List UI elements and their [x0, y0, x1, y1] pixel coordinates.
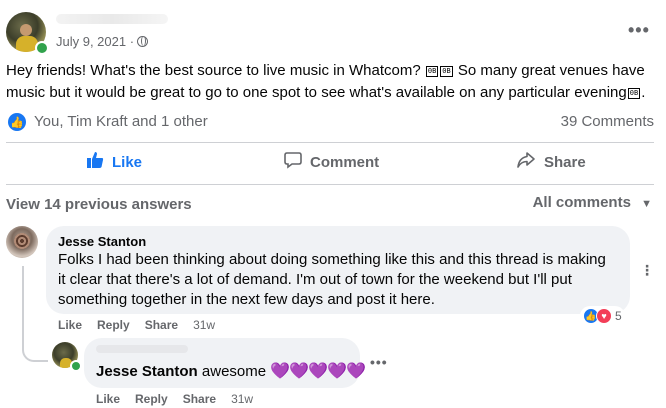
reply-mention[interactable]: Jesse Stanton [96, 363, 198, 380]
comment-text-line: Folks I had been thinking about doing so… [58, 251, 606, 268]
like-button[interactable]: Like [86, 143, 142, 181]
post-body: Hey friends! What's the best source to l… [6, 60, 658, 104]
comments-count[interactable]: 39 Comments [561, 113, 654, 130]
caret-down-icon: ▼ [641, 198, 652, 210]
online-status-dot [35, 41, 49, 55]
post-more-options-icon[interactable]: ••• [628, 20, 650, 41]
post-date-text: July 9, 2021 · [56, 34, 135, 49]
redacted-mention [96, 345, 188, 353]
comment-sort-dropdown[interactable]: All comments ▼ [533, 194, 652, 211]
globe-icon [137, 36, 149, 47]
comment-author[interactable]: Jesse Stanton [58, 234, 146, 249]
reply-more-options-icon[interactable]: ••• [370, 354, 388, 370]
thumbs-up-icon [86, 151, 104, 173]
post-author-name-redacted[interactable] [56, 14, 168, 24]
like-label: Like [112, 153, 143, 171]
comment-actions: Like Reply Share 31w [58, 318, 215, 332]
share-button[interactable]: Share [516, 143, 586, 181]
divider [6, 184, 654, 185]
emoji-placeholder-icon: 0B [440, 66, 453, 77]
commenter-avatar[interactable] [6, 226, 38, 258]
reply-like-link[interactable]: Like [96, 392, 120, 406]
comment-more-options-icon[interactable]: ⋮ [640, 262, 655, 279]
comment-bubble-icon [284, 151, 302, 173]
reply-actions: Like Reply Share 31w [96, 392, 253, 406]
comment-like-link[interactable]: Like [58, 318, 82, 332]
share-arrow-icon [516, 151, 536, 173]
reply-reply-link[interactable]: Reply [135, 392, 168, 406]
comment-share-link[interactable]: Share [145, 318, 178, 332]
love-reaction-icon: ♥ [596, 308, 612, 324]
post-text-part3: . [641, 84, 646, 101]
comment-reaction-pill[interactable]: 👍 ♥ 5 [580, 306, 625, 326]
like-reaction-icon[interactable]: 👍 [8, 113, 26, 131]
post-timestamp[interactable]: July 9, 2021 · [56, 34, 149, 49]
post-text-part1: Hey friends! What's the best source to l… [6, 62, 425, 79]
comment-sort-label: All comments [532, 194, 631, 211]
comment-time[interactable]: 31w [193, 318, 215, 332]
share-label: Share [544, 153, 586, 171]
reply-time[interactable]: 31w [231, 392, 253, 406]
reply-text: Jesse Stanton awesome 💜💜💜💜💜 [96, 362, 366, 382]
emoji-placeholder-icon: 0B [627, 88, 641, 99]
comment-text: Folks I had been thinking about doing so… [58, 250, 628, 310]
comment-reply-link[interactable]: Reply [97, 318, 130, 332]
reply-share-link[interactable]: Share [183, 392, 216, 406]
comment-reaction-count: 5 [615, 309, 622, 323]
reaction-summary[interactable]: You, Tim Kraft and 1 other [34, 113, 208, 130]
comment-text-line: it clear that there's a lot of demand. I… [58, 271, 572, 288]
comment-text-line: something together in the next few days … [58, 291, 435, 308]
reply-thread-line [22, 266, 48, 362]
emoji-placeholder-icon: 0B [425, 66, 439, 77]
comment-label: Comment [310, 153, 380, 171]
reply-message: awesome [201, 363, 267, 380]
purple-heart-icons: 💜💜💜💜💜 [270, 363, 366, 380]
view-previous-comments-link[interactable]: View 14 previous answers [6, 196, 192, 213]
comment-button[interactable]: Comment [284, 143, 379, 181]
online-status-dot [70, 360, 82, 372]
